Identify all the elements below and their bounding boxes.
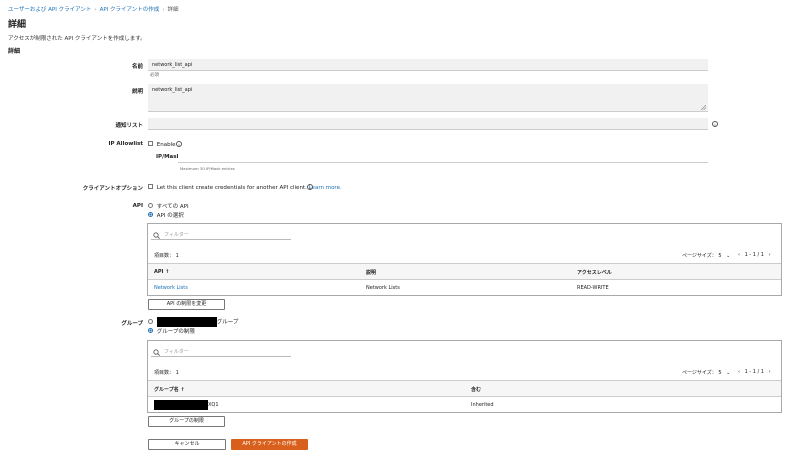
breadcrumb-separator: › (94, 7, 97, 13)
ip-enable-checkbox[interactable] (148, 141, 153, 146)
api-item-count: 項目数： 1 (154, 253, 179, 259)
api-col-api[interactable]: API ↑ (154, 269, 169, 275)
api-row-description: Network Lists (366, 285, 400, 291)
api-row-name-link[interactable]: Network Lists (154, 285, 188, 291)
group-page-size-label: ページサイズ： 5 (682, 370, 722, 376)
table-row: XQ1 Inherited (148, 396, 781, 412)
group-table-header: グループ名 ↑ 含む (148, 380, 781, 396)
breadcrumb: ユーザーおよび API クライアント › API クライアントの作成 › 詳細 (8, 5, 179, 13)
info-icon[interactable]: i (307, 184, 313, 190)
group-item-count: 項目数： 1 (154, 370, 179, 376)
api-pager-label: 1 - 1 / 1 (744, 252, 764, 258)
ipmask-hint: Maximum 30 IP/Mask entries (180, 166, 235, 171)
group-pager: ‹ 1 - 1 / 1 › (738, 369, 771, 375)
table-row: Network Lists Network Lists READ-WRITE (148, 279, 781, 295)
group-page-size[interactable]: ページサイズ： 5 ⌄ (682, 369, 730, 376)
redacted-block (156, 317, 217, 327)
api-select-option[interactable]: API の選択 (148, 211, 184, 219)
description-label: 説明 (131, 89, 143, 95)
api-table-header: API ↑ 説明 アクセスレベル (148, 263, 781, 279)
ipmask-input[interactable] (178, 150, 708, 163)
chevron-right-icon[interactable]: › (769, 252, 771, 258)
create-api-client-button[interactable]: API クライアントの作成 (231, 439, 308, 450)
api-label: API (132, 203, 143, 209)
group-filter-input[interactable]: フィルター (151, 347, 291, 357)
info-icon[interactable]: i (712, 121, 718, 127)
learn-more-link[interactable]: Learn more. (309, 185, 342, 191)
page-title: 詳細 (8, 20, 27, 30)
api-select-label: API の選択 (156, 213, 184, 219)
api-col-description: 説明 (366, 270, 377, 276)
redacted-block (154, 400, 208, 410)
chevron-down-icon: ⌄ (726, 370, 731, 376)
breadcrumb-separator: › (162, 7, 165, 13)
chevron-left-icon[interactable]: ‹ (738, 369, 740, 375)
name-label: 名前 (131, 64, 143, 70)
client-option-label: クライアントオプション (82, 186, 143, 192)
api-page-size[interactable]: ページサイズ： 5 ⌄ (682, 252, 730, 259)
chevron-right-icon[interactable]: › (769, 369, 771, 375)
group-row-name: XQ1 (208, 402, 219, 408)
info-icon[interactable]: i (176, 141, 182, 147)
group-pager-label: 1 - 1 / 1 (744, 369, 764, 375)
cancel-button[interactable]: キャンセル (148, 439, 226, 450)
group-all-option[interactable]: グループ (148, 317, 238, 327)
api-pager: ‹ 1 - 1 / 1 › (738, 252, 771, 258)
client-option-checkbox[interactable] (148, 184, 153, 189)
ip-allowlist-enable[interactable]: Enable (148, 141, 175, 148)
group-col-name[interactable]: グループ名 ↑ (154, 386, 185, 393)
name-input[interactable]: network_list_api (148, 59, 708, 71)
breadcrumb-users-link[interactable]: ユーザーおよび API クライアント (8, 7, 91, 13)
ipmask-label: IP/Mask (156, 154, 181, 160)
client-option-text: Let this client create credentials for a… (156, 185, 307, 191)
resize-grip-icon[interactable] (700, 104, 707, 111)
group-panel: フィルター 項目数： 1 ページサイズ： 5 ⌄ ‹ 1 - 1 / 1 › グ… (147, 340, 782, 413)
group-restrict-option[interactable]: グループの制限 (148, 327, 195, 335)
group-label: グループ (121, 321, 143, 327)
chevron-left-icon[interactable]: ‹ (738, 252, 740, 258)
page-subtitle: アクセスが制限された API クライアントを作成します。 (8, 36, 146, 42)
api-row-access: READ-WRITE (577, 285, 609, 291)
group-all-label: グループ (216, 319, 239, 326)
breadcrumb-current: 詳細 (167, 7, 179, 13)
ip-enable-label: Enable (156, 142, 176, 148)
section-title: 詳細 (8, 48, 21, 55)
name-hint: 必須 (150, 73, 159, 78)
notification-list-label: 通知リスト (115, 123, 143, 129)
description-textarea[interactable]: network_list_api (148, 84, 708, 112)
group-restrict-radio[interactable] (148, 328, 153, 333)
api-page-size-label: ページサイズ： 5 (682, 253, 722, 259)
api-col-access: アクセスレベル (577, 270, 612, 276)
group-all-radio[interactable] (148, 318, 153, 324)
breadcrumb-create-link[interactable]: API クライアントの作成 (100, 7, 160, 13)
api-all-option[interactable]: すべての API (148, 202, 189, 210)
api-all-radio[interactable] (148, 203, 153, 208)
group-restriction-button[interactable]: グループの制限 (148, 416, 225, 427)
api-select-radio[interactable] (148, 212, 153, 217)
group-col-includes: 含む (471, 387, 482, 393)
api-filter-input[interactable]: フィルター (151, 230, 291, 240)
change-api-restriction-button[interactable]: API の制限を変更 (148, 299, 225, 310)
api-all-label: すべての API (156, 204, 189, 210)
api-panel: フィルター 項目数： 1 ページサイズ： 5 ⌄ ‹ 1 - 1 / 1 › A… (147, 223, 782, 296)
group-restrict-label: グループの制限 (156, 329, 195, 335)
notification-list-input[interactable] (148, 118, 708, 130)
ip-allowlist-label: IP Allowlist (108, 141, 143, 147)
group-row-includes: Inherited (471, 402, 494, 408)
chevron-down-icon: ⌄ (726, 253, 731, 259)
